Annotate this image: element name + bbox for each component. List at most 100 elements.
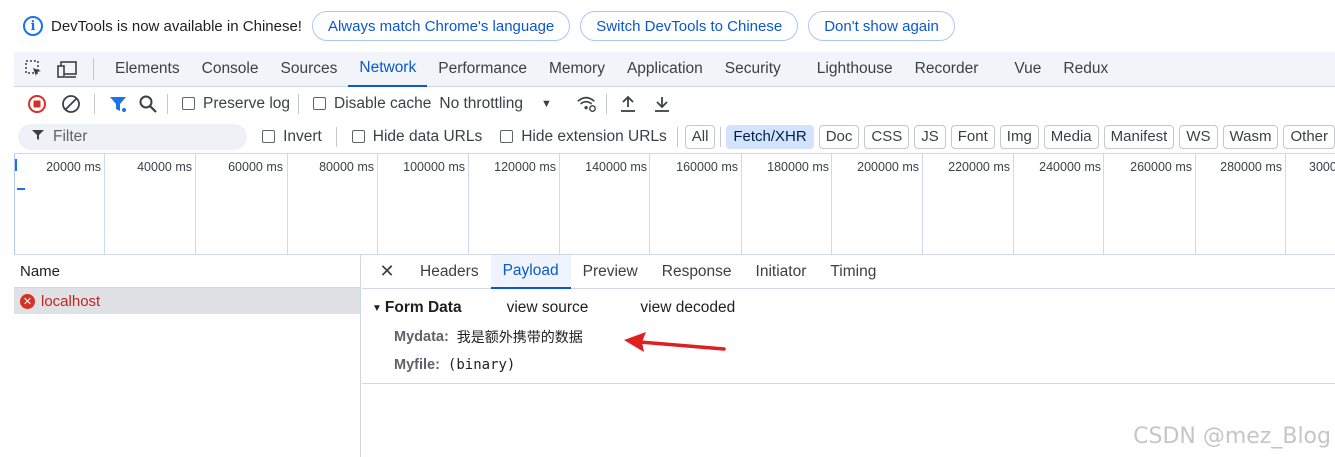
form-field-row: Mydata: 我是额外携带的数据 [362,323,1335,351]
tab-timing[interactable]: Timing [818,255,888,289]
type-filter-js[interactable]: JS [914,124,946,149]
tab-security[interactable]: Security [714,52,792,87]
tab-performance[interactable]: Performance [427,52,538,87]
filter-icon [32,129,44,144]
annotation-arrow-icon [624,332,726,352]
export-har-icon[interactable] [651,93,673,115]
type-filter-img[interactable]: Img [999,124,1039,149]
record-stop-icon[interactable] [26,93,48,115]
tab-sources[interactable]: Sources [270,52,349,87]
type-filter-all[interactable]: All [684,124,716,149]
type-filter-media[interactable]: Media [1043,124,1099,149]
tab-redux[interactable]: Redux [1052,52,1119,87]
filter-funnel-icon[interactable] [107,93,129,115]
network-overview-timeline[interactable]: 20000 ms 40000 ms 60000 ms 80000 ms 1000… [14,153,1335,255]
checkbox-box [351,130,365,143]
view-source-link[interactable]: view source [507,299,589,317]
language-infobar: i DevTools is now available in Chinese! … [14,0,1335,52]
form-field-row: Myfile: (binary) [362,351,1335,379]
name-column-header[interactable]: Name [14,255,360,288]
timeline-tick-label: 220000 ms [948,160,1010,174]
timeline-gridline [741,154,742,254]
type-filter-wasm[interactable]: Wasm [1222,124,1279,149]
preserve-log-checkbox[interactable]: Preserve log [182,95,290,113]
timeline-gridline [104,154,105,254]
form-field-value: (binary) [447,357,516,373]
invert-checkbox[interactable]: Invert [262,128,322,146]
tab-response[interactable]: Response [650,255,744,289]
timeline-tick-label: 260000 ms [1130,160,1192,174]
timeline-gridline [831,154,832,254]
hide-data-urls-label: Hide data URLs [372,127,483,145]
info-icon: i [23,16,43,36]
disable-cache-checkbox[interactable]: Disable cache [313,95,431,113]
import-har-icon[interactable] [617,93,639,115]
tab-vue[interactable]: Vue [1003,52,1052,87]
view-decoded-link[interactable]: view decoded [640,299,735,317]
requests-list: Name ✕ localhost [14,255,361,457]
tab-headers[interactable]: Headers [408,255,491,289]
tab-payload[interactable]: Payload [490,254,571,289]
timeline-tick-label: 80000 ms [319,160,374,174]
watermark: CSDN @mez_Blog [1133,424,1331,449]
always-match-language-button[interactable]: Always match Chrome's language [311,11,571,41]
timeline-gridline [922,154,923,254]
timeline-gridline [195,154,196,254]
disable-cache-label: Disable cache [334,94,432,112]
type-filter-css[interactable]: CSS [864,124,910,149]
type-filter-other[interactable]: Other [1283,124,1335,149]
hide-data-urls-checkbox[interactable]: Hide data URLs [351,127,483,146]
hide-extension-urls-label: Hide extension URLs [521,127,667,145]
timeline-tick-label: 140000 ms [585,160,647,174]
tab-console[interactable]: Console [191,52,270,87]
device-toolbar-icon[interactable] [57,58,79,80]
timeline-request-bar [17,188,25,190]
request-row[interactable]: ✕ localhost [14,288,360,314]
toolbar-separator [167,93,168,114]
switch-to-chinese-button[interactable]: Switch DevTools to Chinese [580,11,799,41]
type-filter-font[interactable]: Font [950,124,995,149]
timeline-tick-label: 280000 ms [1220,160,1282,174]
type-filter-doc[interactable]: Doc [818,124,860,149]
tab-network[interactable]: Network [348,52,428,87]
throttling-select[interactable]: No throttling ▼ [439,95,551,113]
toolbar-separator [298,93,300,114]
filter-separator [720,126,722,147]
clear-icon[interactable] [60,93,82,115]
timeline-tick-label: 100000 ms [403,160,465,174]
form-field-value: 我是额外携带的数据 [456,330,583,346]
type-filter-fetch-xhr[interactable]: Fetch/XHR [726,124,814,149]
timeline-tick-label: 160000 ms [676,160,738,174]
dont-show-again-button[interactable]: Don't show again [808,11,955,41]
search-icon[interactable] [137,93,159,115]
tab-memory[interactable]: Memory [538,52,616,87]
filter-placeholder: Filter [53,127,88,145]
infobar-message: DevTools is now available in Chinese! [51,17,302,35]
timeline-tick-label: 3000 [1309,160,1335,174]
form-data-toggle[interactable]: ▼ Form Data [372,299,462,317]
chevron-down-icon: ▼ [540,97,552,110]
tab-preview[interactable]: Preview [571,255,650,289]
devtools-tabbar: Elements Console Sources Network Perform… [14,52,1335,87]
tab-recorder[interactable]: Recorder [904,52,990,87]
hide-extension-urls-checkbox[interactable]: Hide extension URLs [500,128,667,146]
inspect-element-icon[interactable] [23,58,45,80]
timeline-gridline [649,154,650,254]
timeline-tick-label: 20000 ms [46,160,101,174]
timeline-gridline [559,154,560,254]
form-field-key: Myfile: [394,357,440,373]
filter-input[interactable]: Filter [18,123,248,150]
timeline-tick-label: 120000 ms [494,160,556,174]
network-conditions-icon[interactable] [576,93,598,115]
close-icon[interactable]: ✕ [376,261,398,283]
checkbox-box [182,97,195,110]
tab-separator [93,58,94,80]
tab-application[interactable]: Application [616,52,714,87]
tab-initiator[interactable]: Initiator [744,255,819,289]
tab-elements[interactable]: Elements [104,52,191,87]
tab-lighthouse[interactable]: Lighthouse [806,52,904,87]
type-filter-ws[interactable]: WS [1179,124,1218,149]
timeline-gridline [377,154,378,254]
form-field-key: Mydata: [394,329,449,345]
type-filter-manifest[interactable]: Manifest [1103,124,1175,149]
